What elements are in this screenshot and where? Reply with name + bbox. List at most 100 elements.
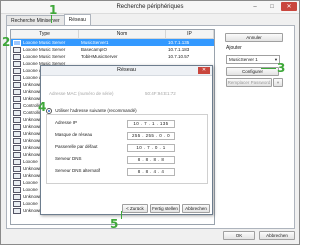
cell-ip: 10.7.10.57: [166, 53, 214, 60]
marker-1-line: [51, 15, 52, 23]
password-dropdown-button[interactable]: ▾: [273, 78, 283, 87]
device-icon: [13, 186, 21, 193]
cell-name: MusicServer1: [79, 39, 166, 46]
minimize-button[interactable]: –: [247, 2, 263, 11]
cell-ip-text: 10.7.1.135: [168, 40, 190, 45]
replace-password-button[interactable]: Remplacer Password: [226, 78, 272, 87]
ip-settings-group: Adresse IP 10 . 7 . 1 . 135 Masque de ré…: [46, 114, 208, 184]
use-following-address-label: Utiliser l'adresse suivante (recommandé): [55, 108, 137, 114]
window-controls: – □ ✕: [247, 2, 297, 11]
table-row[interactable]: Loxone Music Server MusicServer1 10.7.1.13…: [11, 39, 214, 46]
cell-type-text: Unknown: [23, 152, 42, 157]
network-dialog-close-button[interactable]: ✕: [198, 67, 210, 74]
marker-4: 4: [38, 100, 47, 114]
cell-type-text: Loxone: [23, 187, 38, 192]
cell-type-text: Loxone Music Server: [23, 54, 66, 59]
default-gateway-label: Passerelle par défaut: [55, 144, 98, 149]
device-icon: [13, 144, 21, 151]
cell-type: Loxone Music Server: [11, 53, 79, 60]
dns-server-field[interactable]: 8 . 8 . 8 . 8: [127, 156, 175, 164]
mac-address-value: 50:4F:94:E1:72: [145, 91, 176, 96]
cell-type-text: Loxone Music Server: [23, 40, 66, 45]
network-dialog-title: Réseau: [117, 67, 136, 73]
cell-type-text: Loxone: [23, 159, 38, 164]
column-header-name[interactable]: Nom: [79, 30, 166, 38]
device-icon: [13, 200, 21, 207]
device-icon: [13, 88, 21, 95]
device-icon: [13, 81, 21, 88]
column-header-ip[interactable]: IP: [166, 30, 214, 38]
cell-name: TobiHMusicServer: [79, 53, 166, 60]
device-icon: [13, 53, 21, 60]
network-dialog-titlebar: Réseau ✕: [41, 66, 212, 76]
table-row[interactable]: Loxone Music Server TobiHMusicServer 10.7.…: [11, 53, 214, 60]
window-titlebar: Recherche périphériques – □ ✕: [1, 1, 299, 14]
device-icon: [13, 151, 21, 158]
subnet-mask-field[interactable]: 255 . 255 . 0 . 0: [127, 132, 175, 140]
device-icon: [13, 207, 21, 214]
cell-name-text: TobiHMusicServer: [81, 54, 118, 59]
window-title: Recherche périphériques: [116, 4, 184, 10]
ip-address-field[interactable]: 10 . 7 . 1 . 135: [127, 120, 175, 128]
dns-server-label: Serveur DNS: [55, 156, 82, 161]
device-icon: [13, 95, 21, 102]
device-search-window: Recherche périphériques – □ ✕ Recherche …: [0, 0, 300, 245]
add-label: Ajouter: [226, 45, 242, 51]
device-icon: [13, 130, 21, 137]
subnet-mask-label: Masque de réseau: [55, 132, 93, 137]
marker-5-line: [121, 211, 122, 219]
device-icon: [13, 102, 21, 109]
ok-button[interactable]: OK: [223, 231, 255, 240]
device-icon: [13, 137, 21, 144]
cell-type-text: Unknown: [23, 208, 42, 213]
device-icon: [13, 60, 21, 67]
cancel-search-button[interactable]: Annuler: [225, 33, 283, 42]
cell-type-text: Unknown: [23, 194, 42, 199]
device-icon: [13, 109, 21, 116]
alternate-dns-label: Serveur DNS alternatif: [55, 168, 101, 173]
cell-type: Loxone Music Server: [11, 46, 79, 53]
back-button[interactable]: < Zurück: [122, 204, 148, 213]
cell-type-text: Unknown: [23, 173, 42, 178]
cell-type-text: Unknown: [23, 89, 42, 94]
device-type-select[interactable]: MusicServer 1 ▼: [226, 55, 280, 64]
cell-type-text: Unknown: [23, 138, 42, 143]
table-row[interactable]: Loxone Music Server BasecampIO 10.7.1.183: [11, 46, 214, 53]
marker-5: 5: [110, 217, 119, 231]
cell-ip-text: 10.7.10.57: [168, 54, 190, 59]
dialog-cancel-button[interactable]: Abbrechen: [182, 204, 210, 213]
cell-type-text: Unknown: [23, 131, 42, 136]
bottom-cancel-button[interactable]: Abbrechen: [259, 231, 295, 240]
cell-ip: 10.7.1.183: [166, 46, 214, 53]
close-button[interactable]: ✕: [281, 2, 297, 11]
device-icon: [13, 193, 21, 200]
ip-address-label: Adresse IP: [55, 120, 78, 125]
cell-name-text: MusicServer1: [81, 40, 109, 45]
device-icon: [13, 39, 21, 46]
device-icon: [13, 179, 21, 186]
cell-ip-text: 10.7.1.183: [168, 47, 190, 52]
network-dialog: Réseau ✕ Adresse MAC (numéro de série) 5…: [40, 65, 213, 215]
device-icon: [13, 172, 21, 179]
cell-type-text: Unknown: [23, 117, 42, 122]
finish-button[interactable]: Fertig stellen: [150, 204, 180, 213]
cell-name: BasecampIO: [79, 46, 166, 53]
device-icon: [13, 158, 21, 165]
default-gateway-field[interactable]: 10 . 7 . 0 . 1: [127, 144, 175, 152]
device-icon: [13, 67, 21, 74]
cell-type-text: Unknown: [23, 82, 42, 87]
maximize-button[interactable]: □: [264, 2, 280, 11]
cell-name-text: BasecampIO: [81, 47, 108, 52]
mac-address-label: Adresse MAC (numéro de série): [49, 91, 114, 96]
device-icon: [13, 165, 21, 172]
cell-type-text: Unknown: [23, 124, 42, 129]
device-list-header: Type Nom IP: [11, 30, 214, 39]
cell-type: Loxone Music Server: [11, 39, 79, 46]
column-header-type[interactable]: Type: [11, 30, 79, 38]
marker-2: 2: [2, 35, 11, 49]
cell-ip: 10.7.1.135: [166, 39, 214, 46]
device-type-select-value: MusicServer 1: [229, 57, 258, 62]
cell-type-text: Loxone: [23, 201, 38, 206]
alternate-dns-field[interactable]: 8 . 8 . 4 . 4: [127, 168, 175, 176]
cell-type-text: Loxone Music Server: [23, 47, 66, 52]
